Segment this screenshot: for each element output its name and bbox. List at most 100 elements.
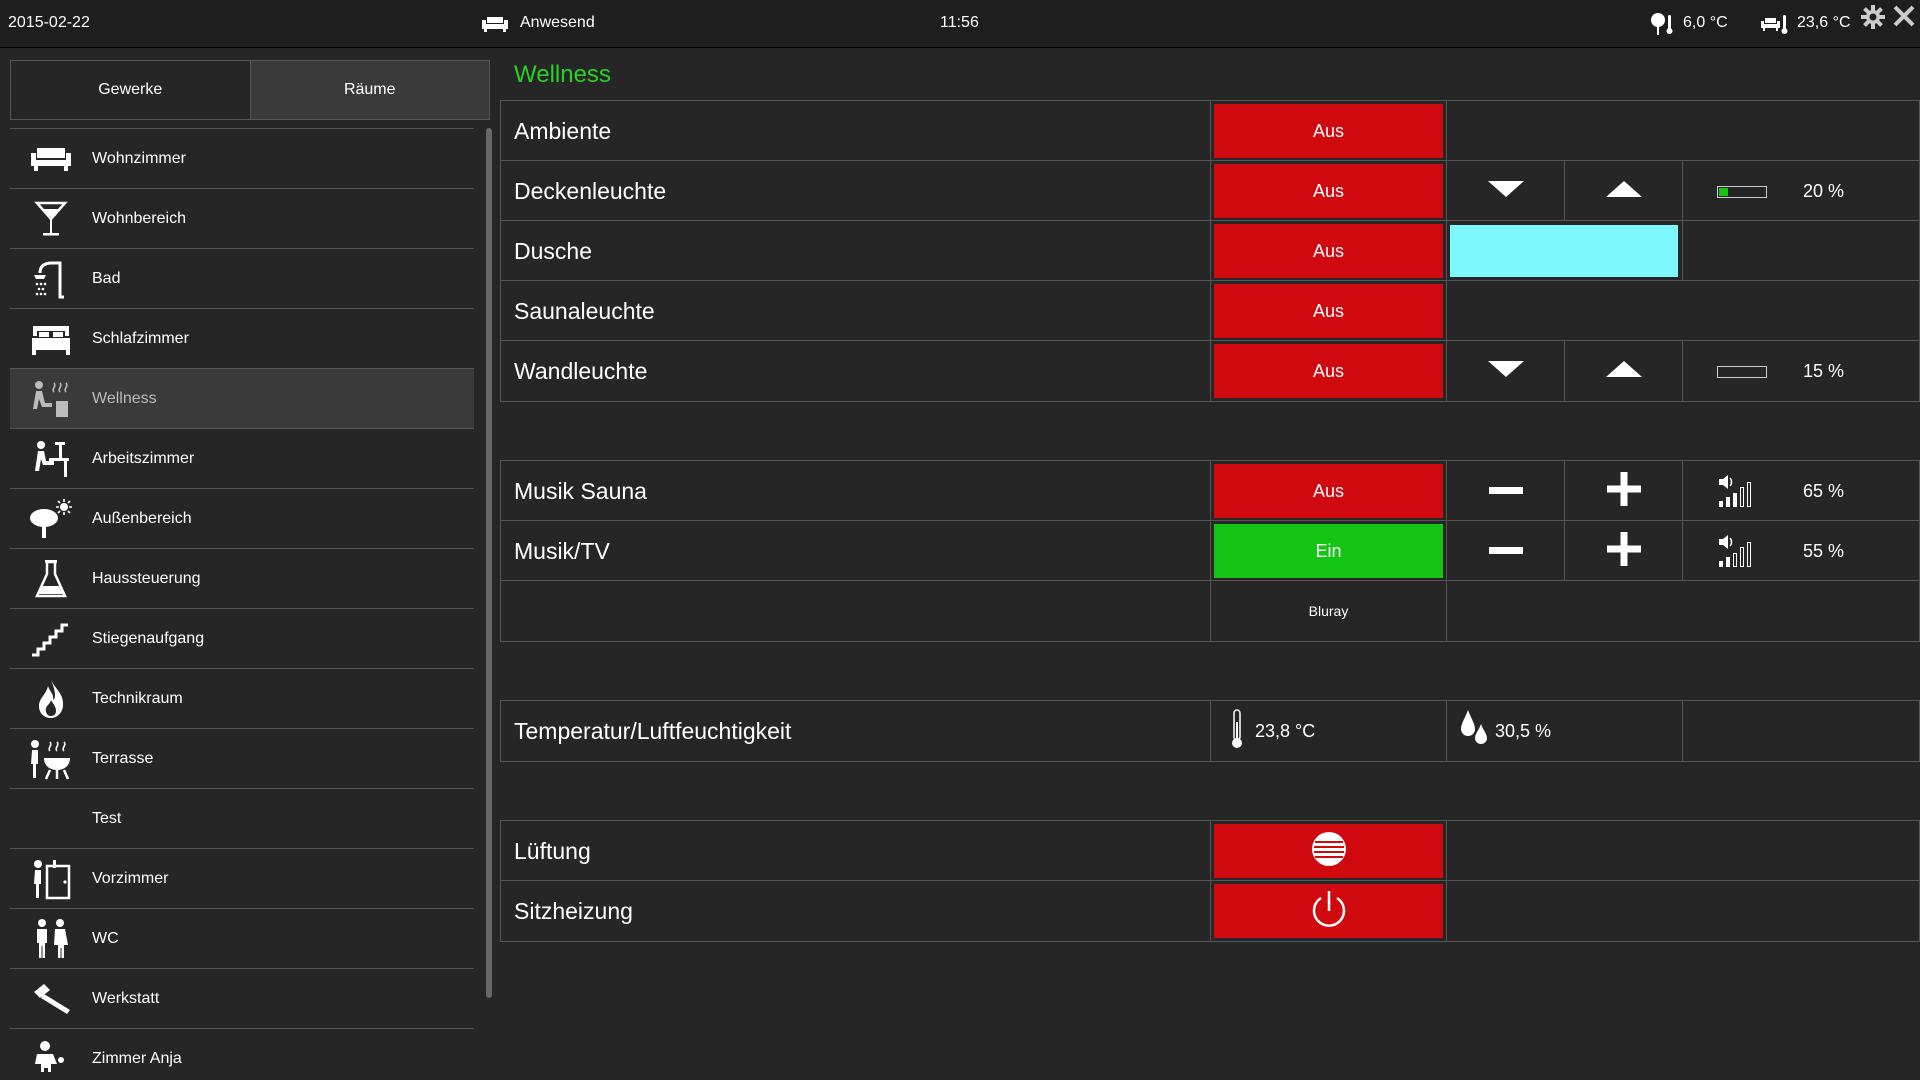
sidebar-item-schlafzimmer[interactable]: Schlafzimmer (10, 309, 474, 369)
sidebar-item-terrasse[interactable]: Terrasse (10, 729, 474, 789)
empty-cell (1683, 221, 1919, 281)
gear-icon[interactable] (1860, 4, 1886, 30)
humidity-value: 30,5 % (1495, 720, 1552, 741)
state-cell (1211, 821, 1447, 881)
empty-cell (1447, 281, 1919, 341)
ambiente-toggle-button[interactable]: Aus (1214, 104, 1443, 158)
level-bar (1717, 365, 1767, 383)
volume-up-button[interactable] (1565, 521, 1683, 581)
bed-icon (20, 309, 82, 369)
dim-down-button[interactable] (1447, 161, 1565, 221)
control-row-wandleuchte: Wandleuchte Aus 15 % (501, 341, 1919, 401)
power-icon (1309, 888, 1349, 935)
control-row-sitzheizung: Sitzheizung (501, 881, 1919, 941)
empty-cell (1447, 581, 1919, 641)
volume-up-button[interactable] (1565, 461, 1683, 521)
dim-up-button[interactable] (1565, 341, 1683, 401)
level-cell: 15 % (1683, 341, 1919, 401)
level-value: 20 % (1803, 181, 1845, 201)
empty-cell (1447, 821, 1919, 881)
desk-worker-icon (20, 429, 82, 489)
sidebar-item-bad[interactable]: Bad (10, 249, 474, 309)
shower-icon (20, 249, 82, 309)
empty-cell (1683, 701, 1919, 761)
plus-icon (1606, 531, 1641, 571)
sidebar-item-stiegenaufgang[interactable]: Stiegenaufgang (10, 609, 474, 669)
sidebar-item-technikraum[interactable]: Technikraum (10, 669, 474, 729)
volume-down-button[interactable] (1447, 521, 1565, 581)
state-cell: Aus (1211, 221, 1447, 281)
water-drops-icon (1459, 708, 1489, 755)
sidebar-item-zimmer-anja[interactable]: Zimmer Anja (10, 1029, 474, 1072)
flame-icon (20, 669, 82, 729)
temperature-value: 23,8 °C (1255, 720, 1316, 741)
room-list: Wohnzimmer Wohnbereich Bad Schlafzimmer … (10, 128, 474, 1072)
sidebar-item-wc[interactable]: WC (10, 909, 474, 969)
dim-down-button[interactable] (1447, 341, 1565, 401)
control-label: Sitzheizung (501, 881, 1211, 941)
control-row-musik-tv: Musik/TV Ein 55 % (501, 521, 1919, 581)
control-label: Musik/TV (501, 521, 1211, 581)
saunaleuchte-toggle-button[interactable]: Aus (1214, 284, 1443, 338)
state-cell: Aus (1211, 101, 1447, 161)
sidebar-item-aussenbereich[interactable]: Außenbereich (10, 489, 474, 549)
wandleuchte-toggle-button[interactable]: Aus (1214, 344, 1443, 398)
sidebar-item-haussteuerung[interactable]: Haussteuerung (10, 549, 474, 609)
coat-rack-icon (20, 849, 82, 909)
volume-down-button[interactable] (1447, 461, 1565, 521)
sidebar-scrollbar[interactable] (486, 128, 492, 998)
close-icon[interactable] (1892, 4, 1916, 28)
musik-sauna-toggle-button[interactable]: Aus (1214, 464, 1443, 518)
date-display: 2015-02-22 (8, 14, 90, 31)
musik-tv-toggle-button[interactable]: Ein (1214, 524, 1443, 578)
sauna-icon (20, 369, 82, 429)
control-label: Deckenleuchte (501, 161, 1211, 221)
indoor-thermometer-icon (1760, 12, 1790, 36)
sidebar-item-label: Terrasse (92, 749, 154, 767)
child-icon (20, 1029, 82, 1072)
fan-grille-icon (1310, 830, 1348, 873)
view-tabs: Gewerke Räume (10, 60, 490, 120)
triangle-down-icon (1487, 180, 1525, 203)
dusche-toggle-button[interactable]: Aus (1214, 224, 1443, 278)
sidebar-item-werkstatt[interactable]: Werkstatt (10, 969, 474, 1029)
volume-value: 55 % (1803, 541, 1845, 561)
source-select[interactable]: Bluray (1211, 581, 1447, 641)
tab-raeume[interactable]: Räume (250, 61, 489, 119)
sidebar-item-test[interactable]: Test (10, 789, 474, 849)
level-cell: 20 % (1683, 161, 1919, 221)
presence-status: Anwesend (520, 14, 595, 31)
stairs-icon (20, 609, 82, 669)
deckenleuchte-toggle-button[interactable]: Aus (1214, 164, 1443, 218)
color-cell (1447, 221, 1683, 281)
minus-icon (1488, 542, 1523, 560)
lights-group: Ambiente Aus Deckenleuchte Aus 20 % Dusc… (500, 100, 1920, 402)
volume-icon (1717, 473, 1765, 514)
outdoor-thermometer-icon (1648, 12, 1676, 36)
sitzheizung-toggle-button[interactable] (1214, 884, 1443, 938)
sidebar-item-wohnbereich[interactable]: Wohnbereich (10, 189, 474, 249)
sidebar-item-wellness[interactable]: Wellness (10, 369, 474, 429)
sidebar-item-arbeitszimmer[interactable]: Arbeitszimmer (10, 429, 474, 489)
sidebar-item-wohnzimmer[interactable]: Wohnzimmer (10, 129, 474, 189)
sidebar-item-label: Haussteuerung (92, 569, 201, 587)
indoor-temperature: 23,6 °C (1797, 14, 1851, 31)
state-cell: Ein (1211, 521, 1447, 581)
tab-gewerke[interactable]: Gewerke (11, 61, 251, 119)
volume-cell: 55 % (1683, 521, 1919, 581)
sidebar-item-label: Bad (92, 269, 121, 287)
lueftung-toggle-button[interactable] (1214, 824, 1443, 878)
dim-up-button[interactable] (1565, 161, 1683, 221)
sofa-presence-icon (480, 14, 510, 34)
state-cell: Aus (1211, 281, 1447, 341)
sidebar-item-label: Vorzimmer (92, 869, 169, 887)
control-row-source: Bluray (501, 581, 1919, 641)
state-cell: Aus (1211, 341, 1447, 401)
control-label: Temperatur/Luftfeuchtigkeit (501, 701, 1211, 761)
climate-group: Temperatur/Luftfeuchtigkeit 23,8 °C 30,5… (500, 700, 1920, 762)
color-picker-swatch[interactable] (1450, 225, 1678, 277)
triangle-up-icon (1605, 360, 1643, 383)
sidebar-item-vorzimmer[interactable]: Vorzimmer (10, 849, 474, 909)
humidity-cell: 30,5 % (1447, 701, 1683, 761)
cocktail-glass-icon (20, 189, 82, 249)
